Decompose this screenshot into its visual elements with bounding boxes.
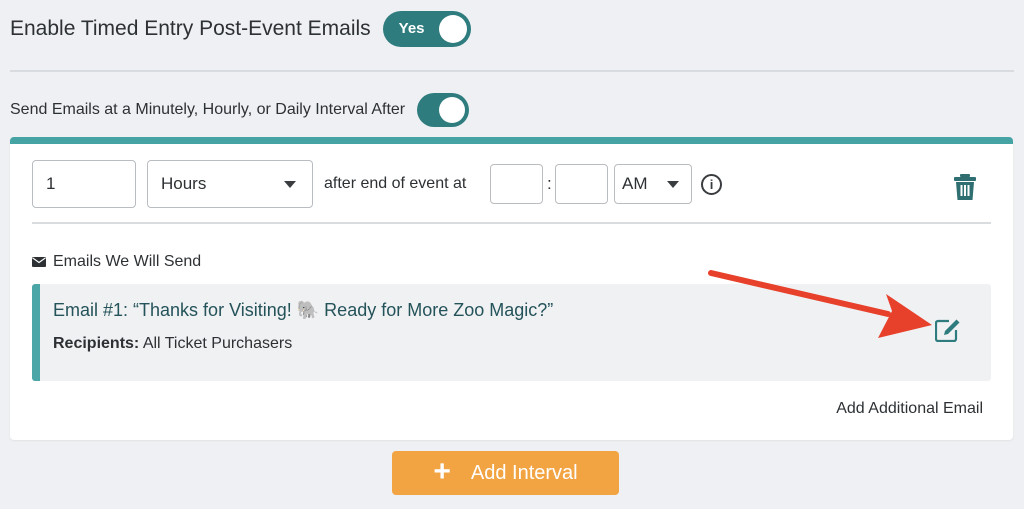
- enable-toggle-label: Yes: [398, 20, 425, 37]
- toggle-knob: [438, 15, 467, 43]
- section-divider: [10, 70, 1014, 72]
- minute-input[interactable]: [555, 164, 608, 204]
- interval-toggle-row: Send Emails at a Minutely, Hourly, or Da…: [10, 93, 470, 127]
- recipients-label: Recipients:: [53, 335, 140, 352]
- caret-down-icon: [284, 181, 296, 188]
- interval-toggle[interactable]: [417, 93, 470, 127]
- enable-label: Enable Timed Entry Post-Event Emails: [10, 17, 371, 40]
- toggle-knob: [439, 97, 466, 123]
- plus-icon: +: [433, 454, 451, 488]
- info-icon[interactable]: i: [701, 174, 722, 195]
- trash-icon[interactable]: [954, 174, 976, 200]
- interval-number-input[interactable]: 1: [32, 160, 136, 208]
- enable-toggle[interactable]: Yes: [382, 11, 471, 47]
- emails-header: Emails We Will Send: [32, 253, 201, 271]
- interval-toggle-label: Send Emails at a Minutely, Hourly, or Da…: [10, 101, 406, 118]
- time-colon: :: [547, 174, 552, 193]
- add-interval-label: Add Interval: [470, 461, 578, 484]
- caret-down-icon: [667, 181, 679, 188]
- ampm-value: AM: [622, 174, 648, 193]
- ampm-select[interactable]: AM: [614, 164, 692, 204]
- mail-icon: [32, 257, 46, 267]
- add-additional-email-link[interactable]: Add Additional Email: [836, 400, 983, 418]
- card-divider: [32, 222, 991, 224]
- email-recipients: Recipients: All Ticket Purchasers: [53, 335, 292, 353]
- add-interval-button[interactable]: + Add Interval: [392, 451, 619, 495]
- arrow-annotation: [708, 270, 932, 338]
- emails-header-label: Emails We Will Send: [53, 253, 202, 270]
- interval-unit-value: Hours: [161, 174, 207, 193]
- recipients-value: All Ticket Purchasers: [142, 335, 293, 352]
- hour-input[interactable]: [490, 164, 543, 204]
- enable-row: Enable Timed Entry Post-Event Emails Yes: [10, 10, 471, 48]
- after-end-text: after end of event at: [324, 175, 467, 192]
- email-title: Email #1: “Thanks for Visiting! 🐘 Ready …: [53, 300, 554, 320]
- interval-unit-select[interactable]: Hours: [147, 160, 313, 208]
